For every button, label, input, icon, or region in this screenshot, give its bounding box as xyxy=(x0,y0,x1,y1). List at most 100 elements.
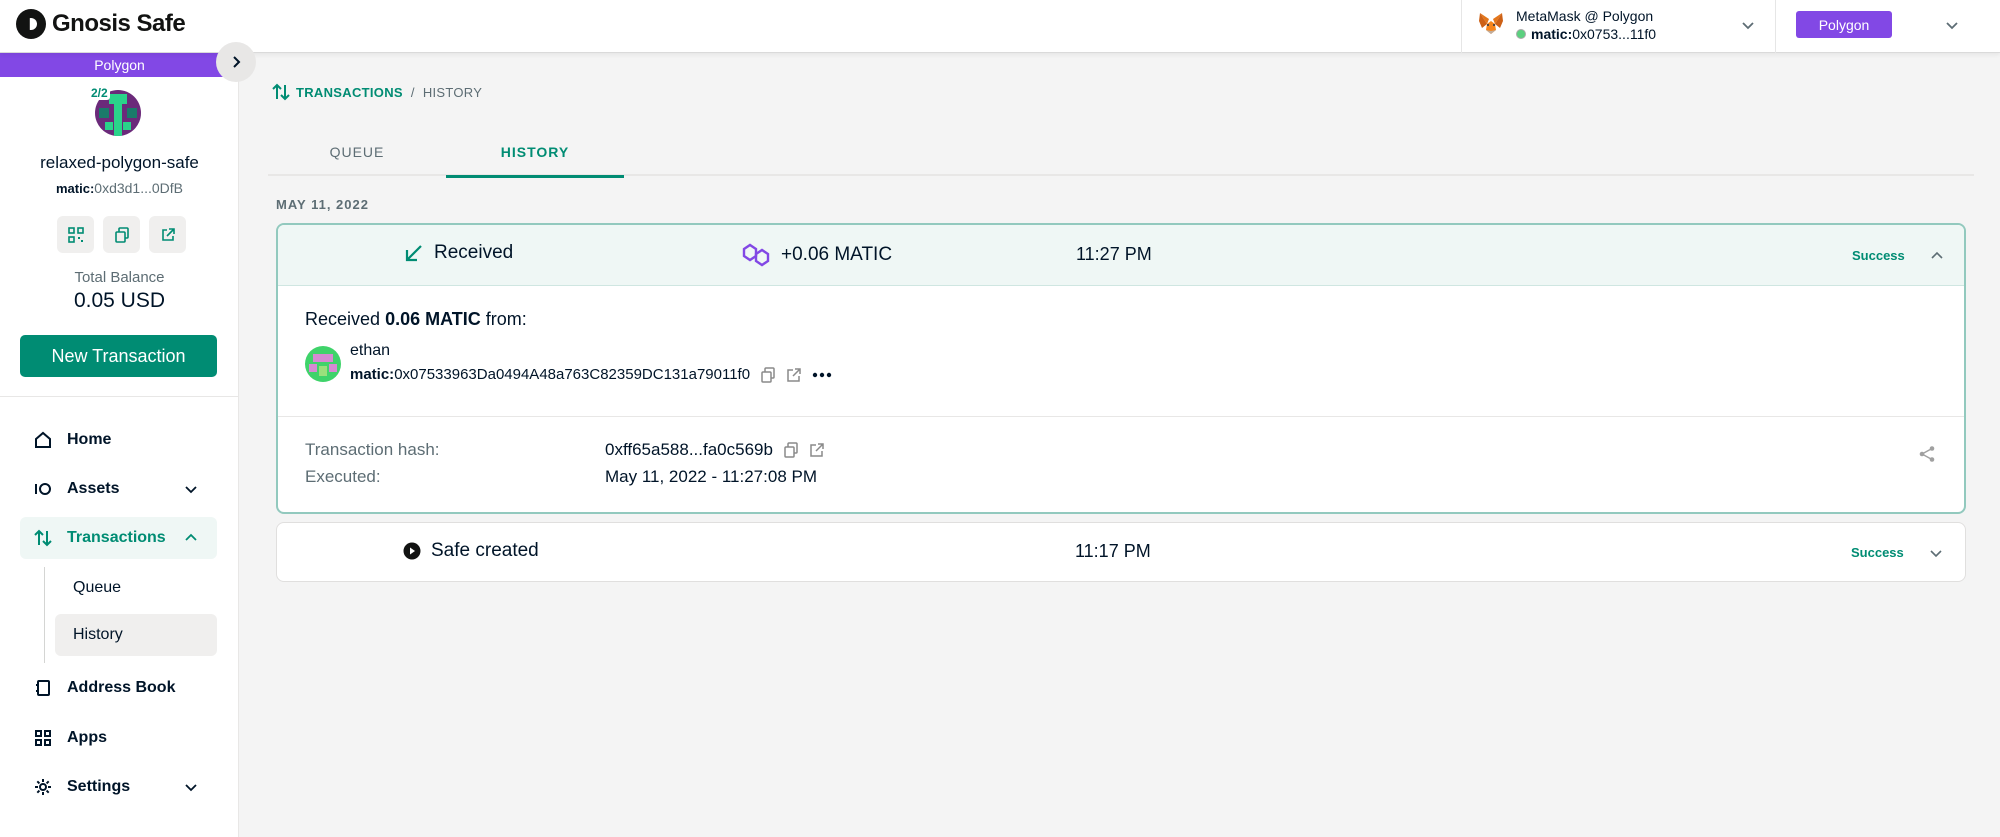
copy-icon[interactable] xyxy=(783,442,799,458)
gnosis-safe-logo[interactable]: Gnosis Safe xyxy=(16,9,186,39)
submenu-guide-line xyxy=(44,567,45,663)
sidebar-item-home[interactable]: Home xyxy=(20,419,217,461)
threshold-badge: 2/2 xyxy=(89,86,110,100)
wallet-address-prefix: matic: xyxy=(1531,26,1573,42)
apps-icon xyxy=(33,728,53,748)
qr-code-button[interactable] xyxy=(57,216,94,253)
transactions-icon xyxy=(33,528,53,548)
more-options-icon[interactable] xyxy=(812,367,832,383)
total-balance-value: 0.05 USD xyxy=(73,289,166,312)
received-amount: 0.06 MATIC xyxy=(385,309,481,329)
qr-code-icon xyxy=(67,226,84,243)
transaction-type: Received xyxy=(404,242,513,264)
sidebar-item-settings[interactable]: Settings xyxy=(20,766,217,808)
copy-icon[interactable] xyxy=(760,366,776,383)
safe-created-icon xyxy=(403,542,421,560)
transaction-hash-value: 0xff65a588...fa0c569b xyxy=(605,440,773,459)
assets-icon xyxy=(33,479,53,499)
sidebar-item-transactions[interactable]: Transactions xyxy=(20,517,217,559)
transaction-time: 11:27 PM xyxy=(1076,244,1152,264)
copy-icon xyxy=(114,226,129,243)
chevron-down-icon[interactable] xyxy=(1927,544,1945,562)
tab-history[interactable]: HISTORY xyxy=(446,128,624,178)
share-icon[interactable] xyxy=(1918,445,1936,463)
sidebar-item-label: Address Book xyxy=(67,679,176,696)
sender-address: 0x07533963Da0494A48a763C82359DC131a79011… xyxy=(394,366,751,383)
received-summary: Received 0.06 MATIC from: xyxy=(305,309,527,330)
sender-address-prefix: matic: xyxy=(350,366,395,383)
chevron-down-icon xyxy=(185,486,197,494)
transaction-time: 11:17 PM xyxy=(1075,541,1151,561)
tab-bar: QUEUE HISTORY xyxy=(268,128,1974,178)
breadcrumb-separator: / xyxy=(410,84,415,100)
safe-avatar: 2/2 xyxy=(89,86,141,136)
new-transaction-button[interactable]: New Transaction xyxy=(20,335,217,377)
open-explorer-button[interactable] xyxy=(149,216,186,253)
safe-address: matic:0xd3d1...0DfB xyxy=(0,180,239,196)
status-badge: Success xyxy=(1852,248,1905,263)
copy-address-button[interactable] xyxy=(103,216,140,253)
chevron-down-icon[interactable] xyxy=(1943,16,1961,34)
transaction-hash-label: Transaction hash: xyxy=(305,440,440,459)
safe-name: relaxed-polygon-safe xyxy=(40,153,199,172)
settings-icon xyxy=(33,777,53,797)
top-bar: Gnosis Safe MetaMask @ Polygon matic: 0x0… xyxy=(0,0,2000,53)
received-prefix: Received xyxy=(305,309,381,329)
total-balance-label: Total Balance xyxy=(74,269,165,286)
breadcrumb-section: TRANSACTIONS xyxy=(296,84,403,100)
sender-name: ethan xyxy=(350,342,391,359)
collapse-sidebar-button[interactable] xyxy=(216,42,256,82)
transaction-type-label: Received xyxy=(434,242,514,263)
transaction-card[interactable]: Safe created 11:17 PM Success xyxy=(276,522,1966,582)
tab-queue[interactable]: QUEUE xyxy=(268,128,446,176)
transaction-card: Received +0.06 MATIC 11:27 PM Success Re… xyxy=(276,223,1966,514)
transaction-hash-row: 0xff65a588...fa0c569b xyxy=(605,440,825,460)
chevron-up-icon[interactable] xyxy=(1928,247,1946,265)
sidebar-item-assets[interactable]: Assets xyxy=(20,468,217,510)
breadcrumb-current: HISTORY xyxy=(422,84,483,100)
home-icon xyxy=(33,430,53,450)
external-link-icon xyxy=(161,227,175,241)
sidebar-item-label: Home xyxy=(67,431,112,448)
sender-avatar xyxy=(305,346,341,382)
sidebar-item-queue[interactable]: Queue xyxy=(55,567,217,609)
external-link-icon[interactable] xyxy=(809,442,825,458)
sidebar-item-address-book[interactable]: Address Book xyxy=(20,667,217,709)
polygon-matic-icon xyxy=(742,243,770,267)
transaction-type-label: Safe created xyxy=(431,540,539,561)
gnosis-logo-icon xyxy=(16,9,46,39)
wallet-address: matic: 0x0753...11f0 xyxy=(1516,26,1656,42)
transaction-summary-row[interactable]: Received +0.06 MATIC 11:27 PM Success xyxy=(278,225,1964,286)
network-button[interactable]: Polygon xyxy=(1796,11,1892,38)
chevron-down-icon xyxy=(185,784,197,792)
wallet-address-value: 0x0753...11f0 xyxy=(1572,26,1657,42)
chevron-up-icon xyxy=(185,533,197,541)
chevron-right-icon xyxy=(233,56,241,68)
breadcrumb-transactions[interactable]: TRANSACTIONS xyxy=(272,83,403,101)
executed-label: Executed: xyxy=(305,467,381,486)
sidebar-item-label: Assets xyxy=(67,480,120,497)
sidebar: Polygon 2/2 relaxed-polygon-safe matic:0… xyxy=(0,53,239,837)
external-link-icon[interactable] xyxy=(786,367,802,383)
wallet-connection[interactable]: MetaMask @ Polygon matic: 0x0753...11f0 xyxy=(1461,0,1776,53)
received-suffix: from: xyxy=(485,309,527,329)
safe-actions xyxy=(57,216,186,253)
date-group-header: MAY 11, 2022 xyxy=(276,197,369,212)
sidebar-item-label: Apps xyxy=(67,729,107,746)
safe-address-prefix: matic: xyxy=(55,181,95,196)
transaction-type: Safe created xyxy=(403,540,539,562)
sidebar-item-history[interactable]: History xyxy=(55,614,217,656)
wallet-identicon xyxy=(1516,29,1526,39)
detail-divider xyxy=(278,416,1964,417)
wallet-title: MetaMask @ Polygon xyxy=(1516,8,1654,24)
transaction-amount-value: +0.06 MATIC xyxy=(781,244,893,265)
incoming-arrow-icon xyxy=(405,245,422,262)
address-book-icon xyxy=(33,678,53,698)
transactions-icon xyxy=(272,83,290,101)
metamask-fox-icon xyxy=(1479,13,1503,34)
sidebar-item-label: Transactions xyxy=(67,529,166,546)
network-label: Polygon xyxy=(0,53,239,77)
chevron-down-icon[interactable] xyxy=(1739,16,1757,34)
sender-address-row: matic:0x07533963Da0494A48a763C82359DC131… xyxy=(350,366,832,383)
sidebar-item-apps[interactable]: Apps xyxy=(20,717,217,759)
